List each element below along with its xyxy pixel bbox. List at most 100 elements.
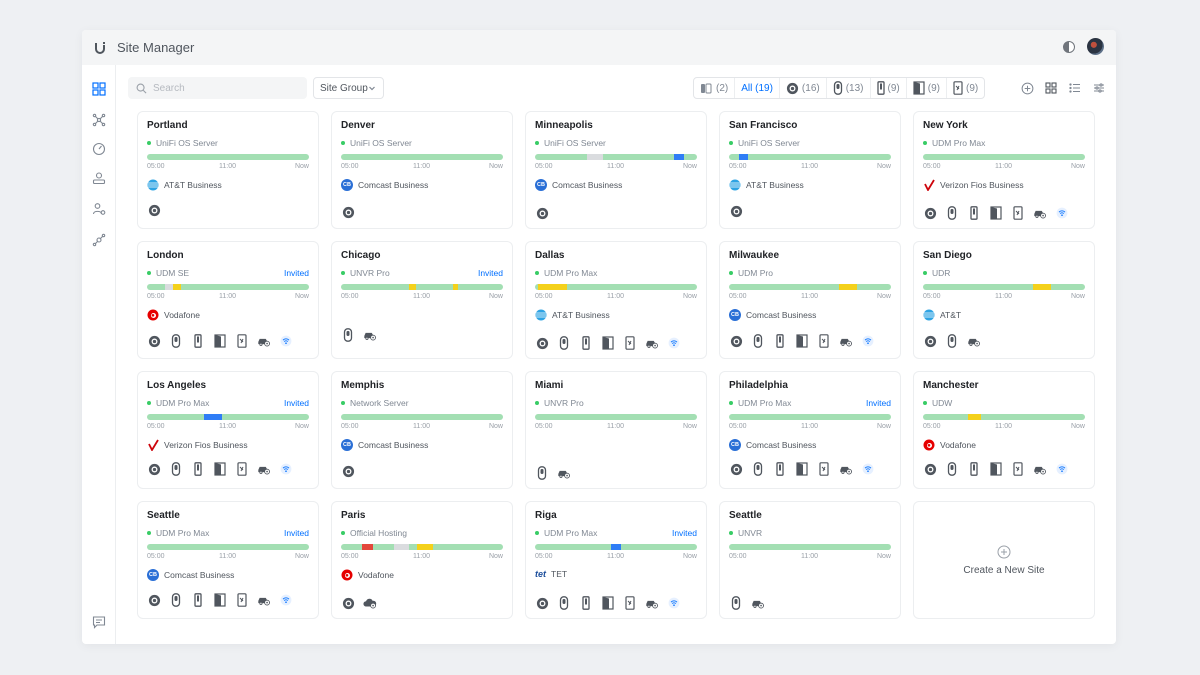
topology-icon[interactable] [92, 113, 106, 127]
site-card[interactable]: Philadelphia UDM Pro Max Invited 05:00 11:00… [719, 371, 901, 489]
wifi-icon[interactable] [861, 462, 875, 476]
dashboard-grid-icon[interactable] [92, 82, 106, 96]
camera-icon[interactable] [341, 205, 355, 219]
cloud-icon[interactable] [363, 596, 377, 610]
site-card[interactable]: Manchester UDW 05:00 11:00 Now Vodafone [913, 371, 1095, 489]
intercom-icon[interactable] [235, 462, 249, 476]
camera-icon[interactable] [923, 462, 937, 476]
vehicle-icon[interactable] [839, 334, 853, 348]
vehicle-icon[interactable] [257, 334, 271, 348]
access-point-icon[interactable] [535, 466, 549, 480]
phone-icon[interactable] [773, 334, 787, 348]
access-point-icon[interactable] [729, 596, 743, 610]
intercom-icon[interactable] [623, 596, 637, 610]
grid-view-icon[interactable] [1044, 81, 1058, 95]
site-card[interactable]: Los Angeles UDM Pro Max Invited 05:00 11:00 N… [137, 371, 319, 489]
wifi-icon[interactable] [861, 334, 875, 348]
site-card[interactable]: Portland UniFi OS Server 05:00 11:00 Now AT&T… [137, 111, 319, 229]
vehicle-icon[interactable] [557, 466, 571, 480]
vehicle-icon[interactable] [363, 328, 377, 342]
site-card[interactable]: Riga UDM Pro Max Invited 05:00 11:00 Now tet TE… [525, 501, 707, 619]
camera-icon[interactable] [923, 334, 937, 348]
camera-icon[interactable] [341, 464, 355, 478]
wifi-icon[interactable] [1055, 206, 1069, 220]
camera-icon[interactable] [729, 334, 743, 348]
access-point-icon[interactable] [169, 593, 183, 607]
vehicle-icon[interactable] [257, 593, 271, 607]
wifi-icon[interactable] [667, 596, 681, 610]
access-point-icon[interactable] [169, 334, 183, 348]
intercom-icon[interactable] [1011, 206, 1025, 220]
vehicle-icon[interactable] [257, 462, 271, 476]
intercom-icon[interactable] [235, 593, 249, 607]
site-card[interactable]: Seattle UDM Pro Max Invited 05:00 11:00 Now CB… [137, 501, 319, 619]
vehicle-icon[interactable] [839, 462, 853, 476]
phone-icon[interactable] [579, 596, 593, 610]
site-card[interactable]: London UDM SE Invited 05:00 11:00 Now Vodafone [137, 241, 319, 359]
site-card[interactable]: San Francisco UniFi OS Server 05:00 11:00 No… [719, 111, 901, 229]
camera-icon[interactable] [147, 593, 161, 607]
feedback-icon[interactable] [92, 615, 106, 629]
phone-icon[interactable] [191, 593, 205, 607]
vehicle-icon[interactable] [751, 596, 765, 610]
door-access-icon[interactable] [601, 596, 615, 610]
filter-camera[interactable]: (16) [780, 78, 827, 98]
site-card[interactable]: Miami UNVR Pro 05:00 11:00 Now [525, 371, 707, 489]
site-card[interactable]: Minneapolis UniFi OS Server 05:00 11:00 Now C… [525, 111, 707, 229]
vehicle-icon[interactable] [1033, 206, 1047, 220]
access-point-icon[interactable] [557, 596, 571, 610]
avatar[interactable] [1087, 38, 1104, 55]
camera-icon[interactable] [729, 462, 743, 476]
create-new-site-card[interactable]: Create a New Site [913, 501, 1095, 619]
site-card[interactable]: New York UDM Pro Max 05:00 11:00 Now Verizon … [913, 111, 1095, 229]
users-settings-icon[interactable] [92, 202, 106, 216]
filter-phone[interactable]: (9) [871, 78, 907, 98]
search-input[interactable] [153, 82, 303, 94]
camera-icon[interactable] [729, 204, 743, 218]
intercom-icon[interactable] [235, 334, 249, 348]
intercom-icon[interactable] [817, 462, 831, 476]
vehicle-icon[interactable] [1033, 462, 1047, 476]
wifi-icon[interactable] [667, 336, 681, 350]
camera-icon[interactable] [923, 206, 937, 220]
vehicle-icon[interactable] [967, 334, 981, 348]
devices-icon[interactable] [92, 171, 106, 185]
phone-icon[interactable] [967, 206, 981, 220]
theme-toggle-icon[interactable] [1063, 40, 1075, 53]
camera-icon[interactable] [147, 334, 161, 348]
vehicle-icon[interactable] [645, 336, 659, 350]
site-card[interactable]: Paris Official Hosting 05:00 11:00 Now Vodafo… [331, 501, 513, 619]
wifi-icon[interactable] [279, 334, 293, 348]
wifi-icon[interactable] [279, 462, 293, 476]
vehicle-icon[interactable] [645, 596, 659, 610]
door-access-icon[interactable] [213, 334, 227, 348]
site-card[interactable]: Memphis Network Server 05:00 11:00 Now CB Comc… [331, 371, 513, 489]
filter-settings-icon[interactable] [1092, 81, 1106, 95]
site-card[interactable]: Dallas UDM Pro Max 05:00 11:00 Now AT&T Busin… [525, 241, 707, 359]
access-point-icon[interactable] [945, 206, 959, 220]
ubiquiti-logo-icon[interactable] [92, 40, 108, 56]
door-access-icon[interactable] [213, 462, 227, 476]
camera-icon[interactable] [147, 462, 161, 476]
add-circle-icon[interactable] [1020, 81, 1034, 95]
intercom-icon[interactable] [1011, 462, 1025, 476]
site-group-dropdown[interactable]: Site Group [313, 77, 384, 99]
door-access-icon[interactable] [989, 206, 1003, 220]
site-card[interactable]: Chicago UNVR Pro Invited 05:00 11:00 Now [331, 241, 513, 359]
camera-icon[interactable] [535, 596, 549, 610]
filter-all[interactable]: All (19) [735, 78, 780, 98]
camera-icon[interactable] [535, 206, 549, 220]
intercom-icon[interactable] [817, 334, 831, 348]
door-access-icon[interactable] [795, 334, 809, 348]
filter-gateway[interactable]: (2) [694, 78, 736, 98]
access-point-icon[interactable] [169, 462, 183, 476]
camera-icon[interactable] [535, 336, 549, 350]
camera-icon[interactable] [341, 596, 355, 610]
wifi-icon[interactable] [279, 593, 293, 607]
door-access-icon[interactable] [989, 462, 1003, 476]
door-access-icon[interactable] [795, 462, 809, 476]
phone-icon[interactable] [967, 462, 981, 476]
list-view-icon[interactable] [1068, 81, 1082, 95]
phone-icon[interactable] [191, 462, 205, 476]
door-access-icon[interactable] [601, 336, 615, 350]
